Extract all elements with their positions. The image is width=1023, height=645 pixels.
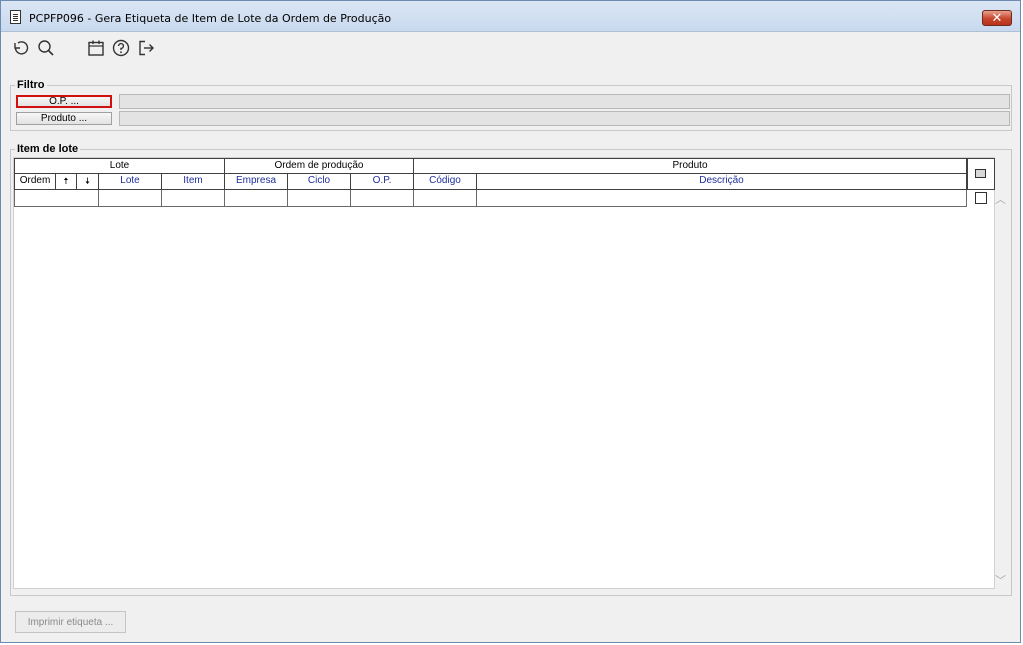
search-icon[interactable]: [36, 38, 56, 58]
item-lote-grid: Lote Ordem de produção Produto Ordem 🠅 🠇…: [13, 157, 1006, 589]
table-cell-empresa[interactable]: [225, 190, 288, 207]
table-cell-codigo[interactable]: [414, 190, 477, 207]
sort-down-icon[interactable]: 🠇: [77, 174, 99, 190]
toolbar: [2, 32, 1019, 62]
print-label-button[interactable]: Imprimir etiqueta ...: [15, 611, 126, 633]
item-lote-group-label: Item de lote: [15, 143, 81, 155]
window-title: PCPFP096 - Gera Etiqueta de Item de Lote…: [29, 12, 392, 25]
table-cell-ciclo[interactable]: [288, 190, 351, 207]
op-field: [119, 94, 1010, 109]
select-all-icon: [975, 169, 986, 178]
sort-up-icon[interactable]: 🠅: [56, 174, 77, 190]
header-group-produto: Produto: [414, 158, 967, 174]
column-header-codigo[interactable]: Código: [414, 174, 477, 190]
produto-field: [119, 111, 1010, 126]
header-group-ordem: Ordem de produção: [225, 158, 414, 174]
filter-group: Filtro O.P. ... Produto ...: [10, 79, 1012, 131]
table-cell-item[interactable]: [162, 190, 225, 207]
close-button[interactable]: ✕: [982, 10, 1012, 26]
title-bar: PCPFP096 - Gera Etiqueta de Item de Lote…: [1, 1, 1020, 32]
row-checkbox[interactable]: [975, 192, 987, 204]
table-cell-descricao[interactable]: [477, 190, 967, 207]
table-cell-ordem[interactable]: [14, 190, 99, 207]
exit-icon[interactable]: [136, 38, 156, 58]
column-header-item[interactable]: Item: [162, 174, 225, 190]
column-header-empresa[interactable]: Empresa: [225, 174, 288, 190]
column-header-ordem[interactable]: Ordem: [14, 174, 56, 190]
help-icon[interactable]: [111, 38, 131, 58]
filter-group-label: Filtro: [15, 79, 47, 91]
calendar-icon[interactable]: [86, 38, 106, 58]
select-all-checkbox[interactable]: [967, 158, 995, 190]
scroll-up-icon[interactable]: ︿: [995, 195, 1006, 206]
app-window: PCPFP096 - Gera Etiqueta de Item de Lote…: [0, 0, 1021, 643]
document-icon: [10, 10, 21, 24]
table-cell-op[interactable]: [351, 190, 414, 207]
column-header-ciclo[interactable]: Ciclo: [288, 174, 351, 190]
column-header-op[interactable]: O.P.: [351, 174, 414, 190]
header-group-lote: Lote: [14, 158, 225, 174]
produto-button[interactable]: Produto ...: [16, 112, 112, 125]
table-cell-lote[interactable]: [99, 190, 162, 207]
op-button[interactable]: O.P. ...: [16, 95, 112, 108]
column-header-descricao[interactable]: Descrição: [477, 174, 967, 190]
column-header-lote[interactable]: Lote: [99, 174, 162, 190]
undo-icon[interactable]: [10, 38, 30, 58]
scroll-down-icon[interactable]: ﹀: [995, 576, 1006, 587]
